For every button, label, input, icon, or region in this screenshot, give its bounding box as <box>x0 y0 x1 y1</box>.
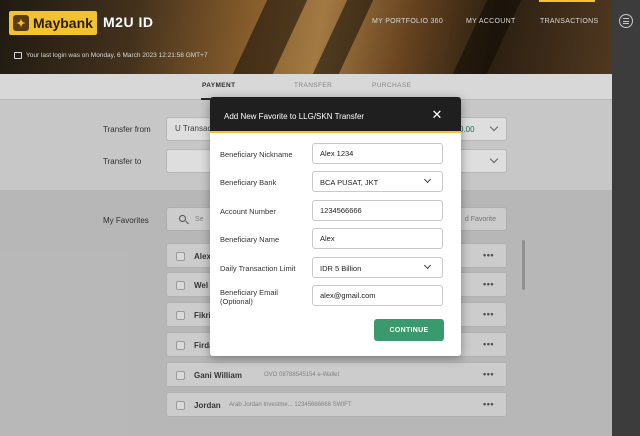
bank-select[interactable]: BCA PUSAT, JKT <box>312 171 443 192</box>
nickname-label: Beneficiary Nickname <box>220 150 293 159</box>
continue-button[interactable]: CONTINUE <box>374 319 444 341</box>
daily-limit-select[interactable]: IDR 5 Billion <box>312 257 443 278</box>
menu-button[interactable] <box>619 14 633 28</box>
bank-select-value: BCA PUSAT, JKT <box>320 178 379 187</box>
nav-my-account[interactable]: MY ACCOUNT <box>466 18 516 25</box>
tiger-logo-icon: ✦ <box>13 15 29 31</box>
app-title: M2U ID <box>103 14 154 30</box>
daily-limit-value: IDR 5 Billion <box>320 264 362 273</box>
menu-icon <box>623 18 629 19</box>
menu-icon <box>623 23 629 24</box>
maybank-logo[interactable]: ✦ Maybank <box>9 11 97 35</box>
right-rail <box>612 0 640 436</box>
daily-limit-label: Daily Transaction Limit <box>220 264 296 273</box>
monitor-icon <box>14 52 22 59</box>
chevron-down-icon <box>423 261 432 270</box>
close-icon[interactable]: ✕ <box>430 108 444 122</box>
nav-active-indicator <box>539 0 595 2</box>
last-login-info: Your last login was on Monday, 6 March 2… <box>14 52 208 59</box>
last-login-text: Your last login was on Monday, 6 March 2… <box>26 52 208 59</box>
chevron-down-icon <box>423 175 432 184</box>
add-favorite-modal: Add New Favorite to LLG/SKN Transfer ✕ B… <box>210 97 461 356</box>
nav-transactions[interactable]: TRANSACTIONS <box>540 18 598 25</box>
nickname-input[interactable] <box>312 143 443 164</box>
menu-icon <box>623 20 629 22</box>
email-input[interactable] <box>312 285 443 306</box>
modal-title: Add New Favorite to LLG/SKN Transfer <box>224 112 365 121</box>
account-number-label: Account Number <box>220 207 276 216</box>
beneficiary-name-label: Beneficiary Name <box>220 235 280 244</box>
header-banner: ✦ Maybank M2U ID MY PORTFOLIO 360 MY ACC… <box>0 0 612 74</box>
nav-my-portfolio[interactable]: MY PORTFOLIO 360 <box>372 18 443 25</box>
brand-name: Maybank <box>33 15 93 31</box>
beneficiary-name-input[interactable] <box>312 228 443 249</box>
bank-label: Beneficiary Bank <box>220 178 277 187</box>
email-label: Beneficiary Email (Optional) <box>220 288 278 306</box>
modal-header: Add New Favorite to LLG/SKN Transfer ✕ <box>210 97 461 133</box>
account-number-input[interactable] <box>312 200 443 221</box>
